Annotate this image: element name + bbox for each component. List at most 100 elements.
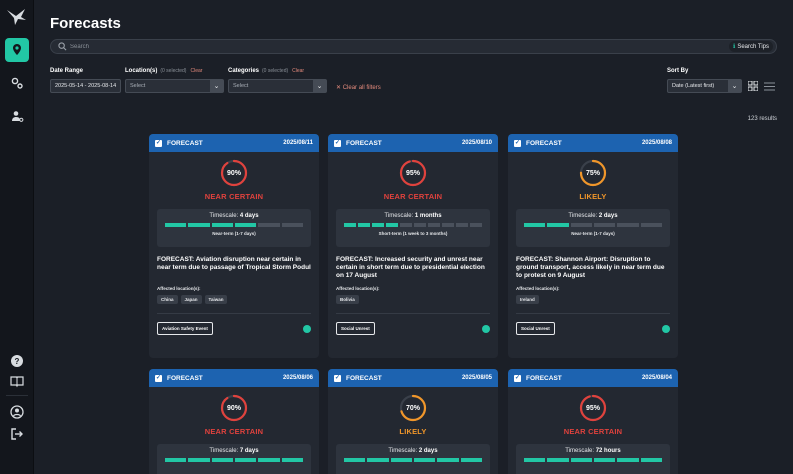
timescale-term: Near-term (1-7 days) [212, 231, 256, 236]
timescale-segment [372, 223, 384, 227]
forecast-title[interactable]: FORECAST: Shannon Airport: Disruption to… [516, 256, 670, 280]
search-bar: ℹ Search Tips [50, 39, 777, 54]
sort-by-select[interactable]: Date (Latest first) ⌄ [667, 79, 742, 93]
timescale-segment [188, 223, 210, 227]
card-footer: Social Unrest [516, 322, 670, 336]
forecast-title[interactable]: FORECAST: Aviation disruption near certa… [157, 256, 311, 280]
forecast-card[interactable]: ✓ FORECAST 2025/08/06 90% NEAR CERTAIN T… [149, 369, 319, 474]
card-date: 2025/08/08 [641, 140, 672, 146]
category-badge[interactable]: Social Unrest [516, 322, 555, 335]
clear-all-filters-button[interactable]: ✕ Clear all filters [336, 84, 381, 91]
timescale-value: 2 days [418, 448, 438, 454]
grid-view-icon[interactable] [748, 81, 758, 91]
checkbox-icon[interactable]: ✓ [155, 139, 162, 147]
sidebar-item-forecasts[interactable] [5, 38, 29, 62]
forecast-card[interactable]: ✓ FORECAST 2025/08/11 90% NEAR CERTAIN T… [149, 134, 319, 358]
forecast-card[interactable]: ✓ FORECAST 2025/08/10 95% NEAR CERTAIN T… [328, 134, 498, 358]
card-header: ✓ FORECAST 2025/08/04 [508, 369, 678, 387]
svg-text:?: ? [15, 357, 20, 366]
probability-gauge: 90% [219, 158, 249, 188]
timescale-bar [157, 223, 311, 227]
timescale-segment [617, 458, 639, 462]
timescale-segment [281, 458, 303, 462]
sidebar-item-logout[interactable] [5, 422, 29, 446]
categories-select-value: Select [233, 83, 249, 89]
timescale-segment [547, 223, 569, 227]
card-label: FORECAST [526, 139, 562, 147]
card-date: 2025/08/05 [461, 375, 492, 381]
category-badge[interactable]: Aviation Safety Event [157, 322, 213, 335]
logout-icon [11, 428, 23, 440]
checkbox-icon[interactable]: ✓ [514, 374, 521, 382]
affected-locations-label: Affected location(s): [336, 286, 380, 291]
categories-clear-link[interactable]: Clear [292, 68, 304, 74]
book-icon [10, 376, 24, 388]
timescale-box: Timescale: 2 days [336, 444, 490, 474]
locations-select[interactable]: Select ⌄ [125, 79, 224, 93]
timescale-value: 4 days [239, 213, 259, 219]
timescale-segment [367, 458, 389, 462]
timescale-box: Timescale: 7 days [157, 444, 311, 474]
card-header: ✓ FORECAST 2025/08/08 [508, 134, 678, 152]
timescale-segment [400, 223, 412, 227]
timescale-segment [470, 223, 482, 227]
timescale-line: Timescale: 7 days [157, 448, 311, 454]
sidebar-item-settings[interactable] [5, 71, 29, 95]
likelihood-label: NEAR CERTAIN [204, 192, 264, 201]
list-view-icon[interactable] [764, 82, 775, 91]
download-icon[interactable] [482, 325, 490, 333]
timescale-bar [516, 223, 670, 227]
search-tips-button[interactable]: ℹ Search Tips [729, 41, 773, 52]
checkbox-icon[interactable]: ✓ [334, 374, 341, 382]
sidebar-item-users[interactable] [5, 104, 29, 128]
timescale-segment [570, 458, 592, 462]
timescale-segment [390, 458, 412, 462]
forecast-card[interactable]: ✓ FORECAST 2025/08/05 70% LIKELY Timesca… [328, 369, 498, 474]
search-input[interactable] [70, 40, 670, 53]
timescale-bar [516, 458, 670, 462]
timescale-segment [344, 458, 366, 462]
checkbox-icon[interactable]: ✓ [514, 139, 521, 147]
probability-percent: 70% [405, 404, 420, 412]
card-divider [336, 313, 490, 314]
chevron-down-icon: ⌄ [210, 80, 223, 92]
timescale-term: Short-term (1 week to 3 months) [378, 231, 448, 236]
probability-gauge: 90% [219, 393, 249, 423]
eagle-logo-icon[interactable] [6, 7, 28, 27]
sidebar-divider [6, 395, 28, 396]
timescale-value: 2 days [598, 213, 618, 219]
category-badge[interactable]: Social Unrest [336, 322, 375, 335]
probability-percent: 95% [405, 169, 420, 177]
checkbox-icon[interactable]: ✓ [155, 374, 162, 382]
search-tips-label: Search Tips [737, 43, 769, 50]
timescale-box: Timescale: 4 days Near-term (1-7 days) [157, 209, 311, 247]
gears-icon [11, 77, 23, 89]
forecast-card[interactable]: ✓ FORECAST 2025/08/04 95% NEAR CERTAIN T… [508, 369, 678, 474]
probability-gauge: 95% [578, 393, 608, 423]
download-icon[interactable] [662, 325, 670, 333]
timescale-segment [547, 458, 569, 462]
categories-label: Categories [228, 68, 260, 74]
location-tag: China [157, 295, 178, 304]
date-range-field[interactable]: 2025-05-14 - 2025-08-14 [50, 79, 121, 93]
sidebar-item-docs[interactable] [5, 369, 29, 393]
timescale-segment [414, 223, 426, 227]
sidebar: ? [0, 0, 34, 474]
forecast-card[interactable]: ✓ FORECAST 2025/08/08 75% LIKELY Timesca… [508, 134, 678, 358]
locations-clear-link[interactable]: Clear [190, 68, 202, 74]
timescale-segment [460, 458, 482, 462]
download-icon[interactable] [303, 325, 311, 333]
sidebar-item-profile[interactable] [5, 400, 29, 424]
page-title: Forecasts [50, 15, 121, 32]
forecast-title[interactable]: FORECAST: Increased security and unrest … [336, 256, 490, 280]
timescale-segment [437, 458, 459, 462]
checkbox-icon[interactable]: ✓ [334, 139, 341, 147]
card-label: FORECAST [167, 374, 203, 382]
likelihood-label: NEAR CERTAIN [383, 192, 443, 201]
timescale-segment [640, 223, 662, 227]
timescale-segment [414, 458, 436, 462]
timescale-value: 72 hours [595, 448, 621, 454]
user-circle-icon [10, 405, 24, 419]
search-icon [58, 42, 67, 51]
categories-select[interactable]: Select ⌄ [228, 79, 327, 93]
